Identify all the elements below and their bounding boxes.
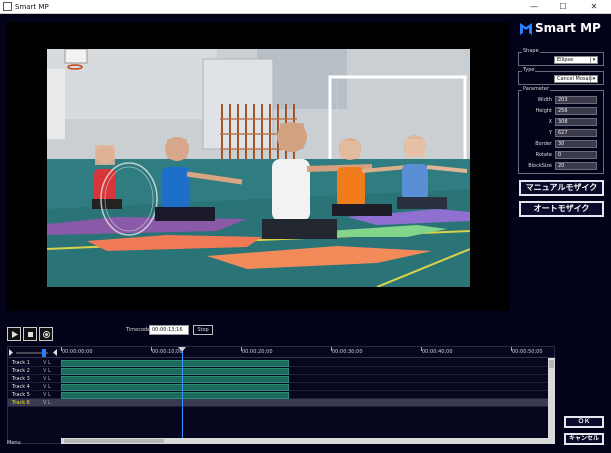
width-field[interactable]: 203 <box>555 96 597 104</box>
record-button[interactable] <box>39 327 53 341</box>
track-name: Track 3 <box>12 376 30 382</box>
track-name: Track 6 <box>12 400 30 406</box>
track-row-selected[interactable]: Track 6 V L <box>8 399 548 407</box>
logo-text: Smart MP <box>535 21 601 35</box>
minimize-button[interactable]: — <box>523 0 545 14</box>
type-select[interactable]: Cancel Mosaic ▾ <box>554 75 598 83</box>
video-preview-panel <box>7 22 510 311</box>
timecode-field[interactable]: 00:00:13;16 <box>149 325 189 335</box>
timeline-horizontal-scrollbar[interactable] <box>61 438 548 444</box>
playhead-line <box>182 351 183 443</box>
maximize-button[interactable]: ☐ <box>552 0 574 14</box>
tick-label: 00:00:40;00 <box>422 349 453 355</box>
scrollbar-thumb[interactable] <box>549 360 554 368</box>
track-clip[interactable] <box>61 384 289 391</box>
stop-playback-button[interactable] <box>23 327 37 341</box>
shape-select-value: Ellipse <box>557 57 574 63</box>
tick-label: 00:00:50;00 <box>512 349 543 355</box>
menu-label[interactable]: Menu <box>7 440 21 446</box>
param-label: Width <box>537 97 552 103</box>
type-legend: Type <box>522 66 536 74</box>
track-name: Track 4 <box>12 384 30 390</box>
track-flags[interactable]: V L <box>43 383 51 391</box>
border-field[interactable]: 30 <box>555 140 597 148</box>
rotate-field[interactable]: 0 <box>555 151 597 159</box>
cancel-button[interactable]: キャンセル <box>564 433 604 445</box>
video-frame[interactable] <box>47 49 470 287</box>
param-label: Rotate <box>535 152 552 158</box>
track-name: Track 2 <box>12 368 30 374</box>
track-clip[interactable] <box>61 360 289 367</box>
track-row[interactable]: Track 1 V L <box>8 359 548 367</box>
logo-icon <box>520 23 532 35</box>
track-clip[interactable] <box>61 376 289 383</box>
timecode-label: Timecode <box>126 327 151 333</box>
track-row[interactable]: Track 5 V L <box>8 391 548 399</box>
stop-icon <box>28 332 33 337</box>
param-row-border: Border 30 <box>519 140 599 149</box>
ok-button[interactable]: ＯＫ <box>564 416 604 428</box>
y-field[interactable]: 627 <box>555 129 597 137</box>
track-clip[interactable] <box>61 368 289 375</box>
type-group: Type Cancel Mosaic ▾ <box>518 66 604 85</box>
param-row-blocksize: BlockSize 20 <box>519 162 599 171</box>
tick-label: 00:00:20;00 <box>242 349 273 355</box>
play-icon <box>12 331 18 338</box>
parameter-group: Parameter Width 203 Height 256 X 308 Y 6… <box>518 85 604 174</box>
tick-label: 00:00:30;00 <box>332 349 363 355</box>
track-name: Track 5 <box>12 392 30 398</box>
param-label: BlockSize <box>528 163 552 169</box>
app-icon <box>3 2 12 11</box>
parameter-legend: Parameter <box>522 85 551 93</box>
manual-mosaic-button[interactable]: マニュアルモザイク <box>519 180 604 196</box>
timeline-ruler: 00:00:00;00 00:00:10;00 00:00:20;00 00:0… <box>8 347 556 358</box>
shape-group: Shape Ellipse ▾ <box>518 47 604 66</box>
track-row[interactable]: Track 2 V L <box>8 367 548 375</box>
track-flags[interactable]: V L <box>43 391 51 399</box>
blocksize-field[interactable]: 20 <box>555 162 597 170</box>
chevron-down-icon: ▾ <box>590 76 597 83</box>
track-name: Track 1 <box>12 360 30 366</box>
param-label: Y <box>548 130 552 136</box>
scrollbar-thumb[interactable] <box>64 439 164 443</box>
param-row-x: X 308 <box>519 118 599 127</box>
window-title: Smart MP <box>15 3 49 11</box>
play-button[interactable] <box>7 327 21 341</box>
param-row-height: Height 256 <box>519 107 599 116</box>
track-flags[interactable]: V L <box>43 399 51 407</box>
track-flags[interactable]: V L <box>43 359 51 367</box>
track-flags[interactable]: V L <box>43 375 51 383</box>
track-row[interactable]: Track 3 V L <box>8 375 548 383</box>
type-select-value: Cancel Mosaic <box>557 76 593 82</box>
param-label: Border <box>535 141 552 147</box>
auto-mosaic-button[interactable]: オートモザイク <box>519 201 604 217</box>
video-scene-image <box>47 49 470 287</box>
tick-label: 00:00:00;00 <box>62 349 93 355</box>
timeline-vertical-scrollbar[interactable] <box>548 358 555 444</box>
stop-button[interactable]: Stop <box>193 325 213 335</box>
param-label: Height <box>535 108 552 114</box>
track-flags[interactable]: V L <box>43 367 51 375</box>
title-bar: Smart MP — ☐ ✕ <box>0 0 611 14</box>
shape-legend: Shape <box>522 47 540 55</box>
param-label: X <box>548 119 552 125</box>
timeline-panel: 00:00:00;00 00:00:10;00 00:00:20;00 00:0… <box>7 346 556 444</box>
param-row-width: Width 203 <box>519 96 599 105</box>
x-field[interactable]: 308 <box>555 118 597 126</box>
close-button[interactable]: ✕ <box>583 0 605 14</box>
record-icon <box>43 331 50 338</box>
param-row-rotate: Rotate 0 <box>519 151 599 160</box>
height-field[interactable]: 256 <box>555 107 597 115</box>
shape-select[interactable]: Ellipse ▾ <box>554 56 598 64</box>
track-row[interactable]: Track 4 V L <box>8 383 548 391</box>
param-row-y: Y 627 <box>519 129 599 138</box>
track-clip[interactable] <box>61 392 289 399</box>
chevron-down-icon: ▾ <box>590 57 597 64</box>
zoom-slider[interactable] <box>8 347 58 358</box>
